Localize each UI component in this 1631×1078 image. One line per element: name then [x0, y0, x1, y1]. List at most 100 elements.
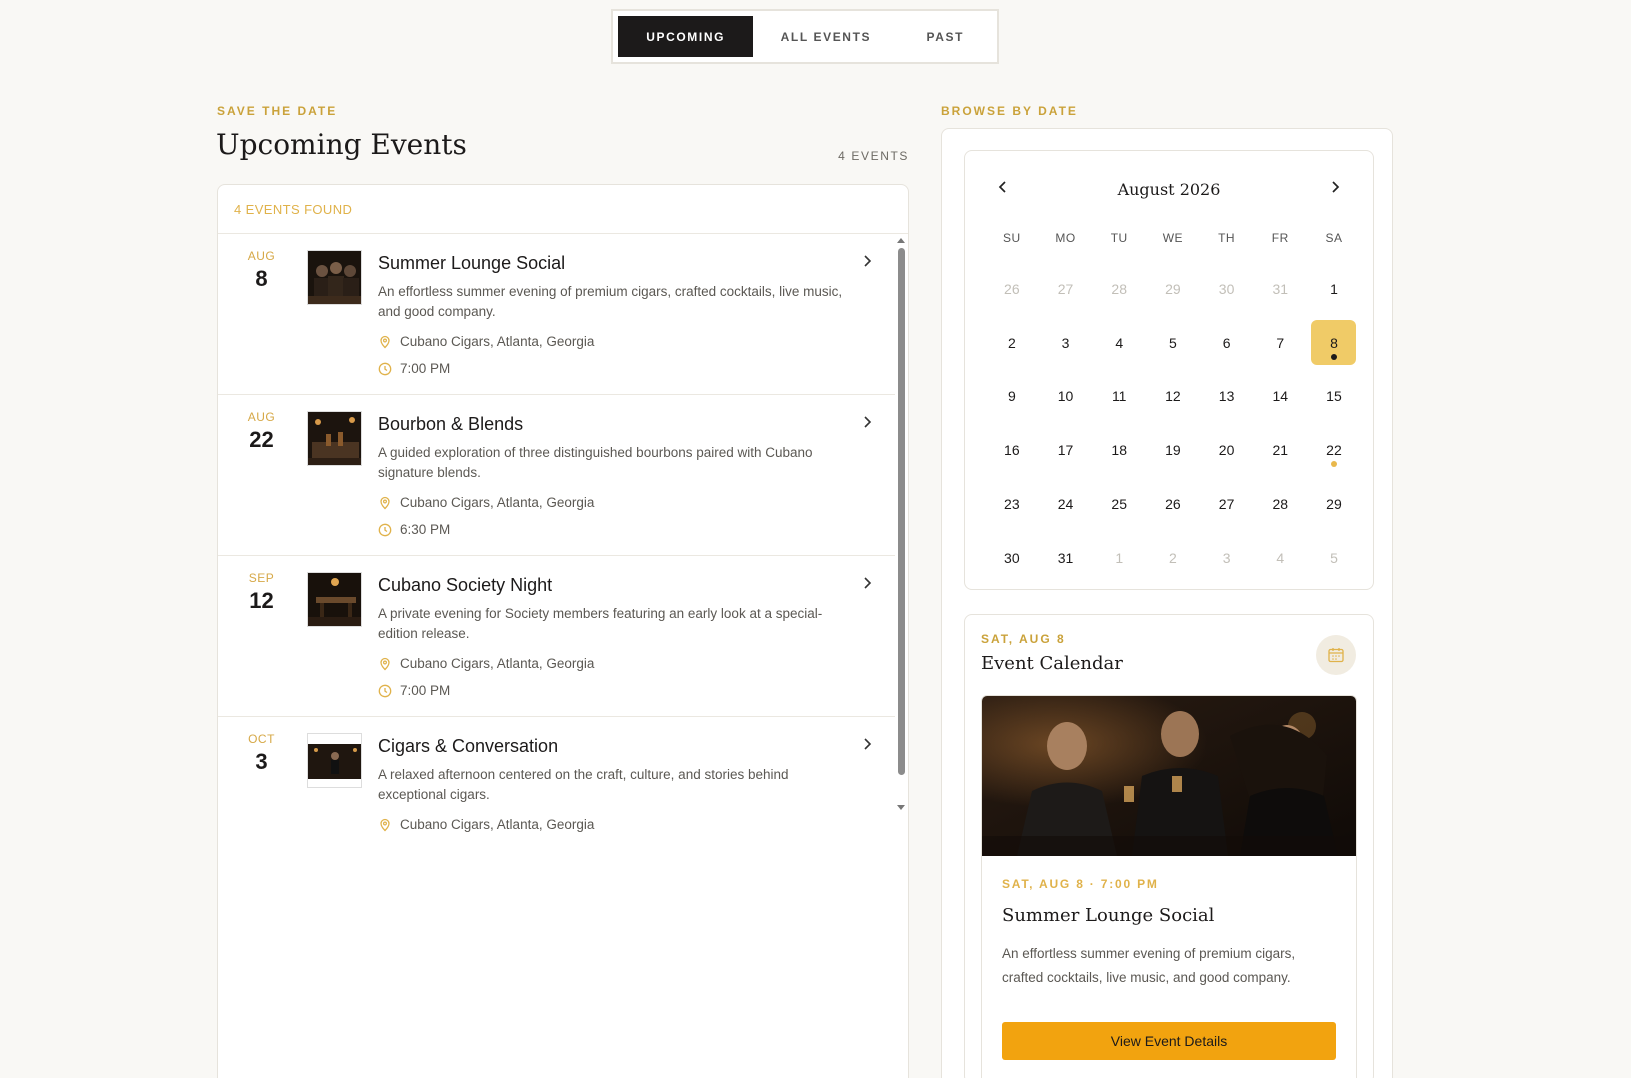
chevron-right-icon[interactable] [1327, 179, 1343, 195]
event-row[interactable]: AUG 8 Summer Lounge Social An effortless… [218, 234, 895, 395]
calendar-day-number: 22 [1326, 442, 1342, 459]
scroll-thumb[interactable] [898, 248, 905, 775]
calendar-day[interactable]: 30 [1200, 262, 1254, 316]
event-row[interactable]: OCT 3 Cigars & Conversation A relaxed af… [218, 717, 895, 878]
chevron-right-icon[interactable] [860, 415, 874, 429]
calendar-day[interactable]: 14 [1253, 370, 1307, 424]
tab-all-events[interactable]: ALL EVENTS [753, 16, 898, 57]
calendar-day-number: 18 [1111, 442, 1127, 459]
calendar-day[interactable]: 1 [1307, 262, 1361, 316]
calendar-day[interactable]: 24 [1039, 477, 1093, 531]
tab-past[interactable]: PAST [899, 16, 993, 57]
event-date: OCT 3 [218, 732, 305, 775]
weekday-label: TH [1218, 231, 1236, 245]
calendar-day-number: 9 [1007, 388, 1016, 405]
calendar-day[interactable]: 26 [1146, 477, 1200, 531]
event-date: AUG 22 [218, 410, 305, 453]
weekday-label: TU [1110, 231, 1128, 245]
calendar-day[interactable]: 3 [1200, 531, 1254, 585]
event-row[interactable]: AUG 22 Bourbon & Blends A guided explora… [218, 395, 895, 556]
calendar-day[interactable]: 2 [1146, 531, 1200, 585]
calendar-day-number: 13 [1218, 388, 1235, 405]
calendar-day[interactable]: 12 [1146, 370, 1200, 424]
calendar-day[interactable]: 19 [1146, 423, 1200, 477]
calendar-day[interactable]: 13 [1200, 370, 1254, 424]
calendar-day-number: 5 [1330, 549, 1338, 566]
event-location-text: Cubano Cigars, Atlanta, Georgia [400, 656, 595, 671]
calendar-day[interactable]: 25 [1092, 477, 1146, 531]
chevron-right-icon[interactable] [860, 254, 874, 268]
calendar-day[interactable]: 31 [1039, 531, 1093, 585]
calendar-day[interactable]: 30 [985, 531, 1039, 585]
calendar-day-number: 4 [1276, 549, 1285, 566]
chevron-right-icon[interactable] [860, 737, 874, 751]
event-row[interactable]: SEP 12 Cubano Society Night A private ev… [218, 556, 895, 717]
tab-upcoming[interactable]: UPCOMING [618, 16, 754, 57]
chevron-right-icon[interactable] [860, 576, 874, 590]
calendar-day-number: 29 [1326, 496, 1342, 513]
calendar-day[interactable]: 1 [1092, 531, 1146, 585]
calendar-day-number: 24 [1057, 496, 1074, 513]
featured-event-image [982, 696, 1356, 856]
weekday-header: SU MO TU WE TH FR SA [985, 231, 1361, 245]
calendar-day[interactable]: 9 [985, 370, 1039, 424]
weekday-label: WE [1162, 231, 1184, 245]
save-the-date-eyebrow: SAVE THE DATE [217, 104, 338, 118]
selected-date-eyebrow: SAT, AUG 8 [981, 632, 1066, 646]
event-title[interactable]: Cigars & Conversation [378, 736, 558, 757]
day-panel-title: Event Calendar [981, 653, 1123, 674]
event-title[interactable]: Cubano Society Night [378, 575, 552, 596]
calendar: August 2026 SU MO TU WE TH FR SA 26 27 28 29 30 31 1… [964, 150, 1374, 590]
calendar-day-number: 11 [1111, 388, 1127, 405]
scroll-down-icon[interactable] [897, 805, 905, 810]
clock-icon [378, 523, 392, 536]
calendar-day[interactable]: 3 [1039, 316, 1093, 370]
calendar-day[interactable]: 17 [1039, 423, 1093, 477]
event-month: SEP [248, 571, 275, 585]
calendar-day[interactable]: 20 [1200, 423, 1254, 477]
calendar-day[interactable]: 4 [1253, 531, 1307, 585]
calendar-day[interactable]: 5 [1146, 316, 1200, 370]
calendar-day[interactable]: 28 [1253, 477, 1307, 531]
calendar-day[interactable]: 15 [1307, 370, 1361, 424]
event-location-text: Cubano Cigars, Atlanta, Georgia [400, 817, 595, 832]
calendar-day[interactable]: 4 [1092, 316, 1146, 370]
calendar-day[interactable]: 27 [1039, 262, 1093, 316]
scroll-up-icon[interactable] [897, 238, 905, 243]
location-pin-icon [380, 657, 390, 670]
calendar-day-number: 7 [1276, 334, 1285, 351]
calendar-day[interactable]: 26 [985, 262, 1039, 316]
calendar-day[interactable]: 7 [1253, 316, 1307, 370]
calendar-day[interactable]: 21 [1253, 423, 1307, 477]
calendar-day-number: 19 [1165, 442, 1181, 459]
calendar-day[interactable]: 22 [1307, 423, 1361, 477]
calendar-day[interactable]: 27 [1200, 477, 1254, 531]
calendar-day-number: 10 [1057, 388, 1074, 405]
calendar-month-label: August 2026 [1117, 180, 1221, 199]
calendar-day[interactable]: 8 [1307, 316, 1361, 370]
calendar-day[interactable]: 2 [985, 316, 1039, 370]
event-description: A relaxed afternoon centered on the craf… [378, 767, 789, 802]
event-location: Cubano Cigars, Atlanta, Georgia [378, 334, 594, 349]
calendar-day[interactable]: 11 [1092, 370, 1146, 424]
event-thumbnail [307, 250, 362, 305]
calendar-day[interactable]: 18 [1092, 423, 1146, 477]
view-event-details-button[interactable]: View Event Details [1002, 1022, 1336, 1060]
calendar-day[interactable]: 29 [1307, 477, 1361, 531]
events-scrollbar[interactable] [894, 236, 908, 816]
calendar-day[interactable]: 5 [1307, 531, 1361, 585]
calendar-day[interactable]: 23 [985, 477, 1039, 531]
calendar-day[interactable]: 6 [1200, 316, 1254, 370]
calendar-day[interactable]: 10 [1039, 370, 1093, 424]
calendar-day-number: 30 [1004, 549, 1020, 566]
event-title[interactable]: Bourbon & Blends [378, 414, 523, 435]
event-thumbnail [307, 733, 362, 788]
calendar-day[interactable]: 31 [1253, 262, 1307, 316]
event-title[interactable]: Summer Lounge Social [378, 253, 565, 274]
calendar-day[interactable]: 29 [1146, 262, 1200, 316]
calendar-day-number: 2 [1007, 334, 1016, 351]
events-found-label: 4 EVENTS FOUND [218, 185, 908, 234]
calendar-day[interactable]: 28 [1092, 262, 1146, 316]
calendar-day[interactable]: 16 [985, 423, 1039, 477]
event-time: 6:30 PM [378, 522, 450, 537]
